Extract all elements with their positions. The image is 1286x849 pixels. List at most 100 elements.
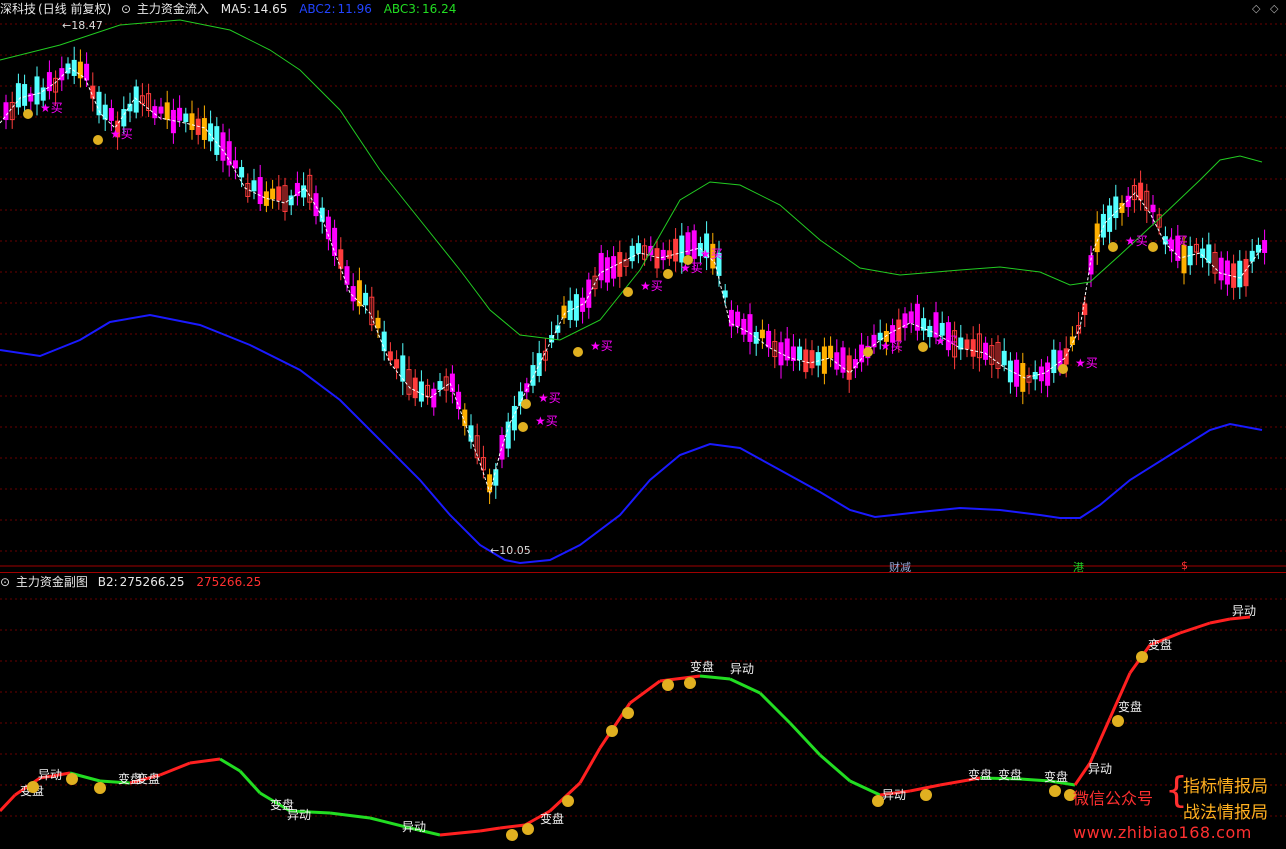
- candle-body: [1001, 350, 1007, 366]
- candle-body: [1181, 244, 1187, 274]
- candle-body: [635, 243, 641, 254]
- candle-body: [809, 350, 815, 369]
- candle-body: [1224, 260, 1230, 285]
- candle-body: [654, 248, 660, 269]
- money-bag-icon: [506, 829, 518, 841]
- candle-body: [803, 349, 809, 373]
- candle-body: [567, 300, 573, 321]
- candle-body: [679, 235, 685, 263]
- candle-body: [71, 59, 77, 76]
- money-bag-icon: [920, 789, 932, 801]
- candle-body: [468, 425, 474, 442]
- buy-signal-label: ★买: [640, 279, 663, 293]
- candle-body: [617, 252, 623, 277]
- money-bag-icon: [663, 269, 673, 279]
- buy-signal-label: ★买: [1075, 356, 1098, 370]
- sub-trend-segment: [479, 826, 501, 833]
- candle-body: [691, 230, 697, 259]
- candle-body: [381, 331, 387, 352]
- candle-body: [958, 337, 964, 350]
- ma5-label: MA5:: [220, 2, 252, 16]
- sub-trend-segment: [1179, 621, 1211, 635]
- sub-signal-label: 异动: [1232, 604, 1256, 618]
- buy-signal-label: ★买: [1125, 234, 1148, 248]
- candle-body: [232, 160, 238, 169]
- money-bag-icon: [1049, 785, 1061, 797]
- abc3-value: 16.24: [421, 2, 457, 16]
- money-bag-icon: [1058, 364, 1068, 374]
- sub-signal-label: 变盘: [690, 659, 714, 674]
- buy-signal-label: ★买: [110, 127, 133, 141]
- sub-signal-label: 变盘: [1118, 699, 1142, 714]
- abc2-value: 11.96: [337, 2, 372, 16]
- candle-body: [1094, 223, 1100, 253]
- buy-signal-label: ★买: [700, 247, 723, 261]
- candle-body: [530, 365, 536, 386]
- candle-body: [1237, 260, 1243, 288]
- candle-body: [834, 352, 840, 370]
- candle-body: [666, 250, 672, 259]
- candle-body: [815, 352, 821, 366]
- candle-body: [598, 252, 604, 281]
- candle-body: [921, 318, 927, 331]
- candle-body: [859, 344, 865, 363]
- marker-dollar[interactable]: $: [1181, 559, 1188, 572]
- sub-trend-segment: [819, 753, 851, 783]
- candle-body: [177, 107, 183, 121]
- sub-signal-label: 变盘: [968, 767, 992, 782]
- sub-signal-label: 变盘: [1148, 637, 1172, 652]
- sub-trend-segment: [499, 823, 526, 830]
- sub-signal-label: 变盘: [998, 767, 1022, 782]
- candle-body: [208, 123, 214, 142]
- candle-body: [34, 76, 40, 105]
- money-bag-icon: [623, 287, 633, 297]
- candle-body: [226, 141, 232, 166]
- money-bag-icon: [93, 135, 103, 145]
- stock-name: 深科技: [0, 2, 37, 16]
- sub-trend-segment: [1209, 617, 1231, 625]
- candle-body: [1045, 362, 1051, 386]
- candle-body: [629, 245, 635, 262]
- collapse-icon[interactable]: ◇: [1252, 2, 1260, 15]
- money-bag-icon: [918, 342, 928, 352]
- sub-trend-segment: [729, 677, 761, 695]
- candle-body: [561, 305, 567, 319]
- buy-signal-label: ★买: [40, 101, 63, 115]
- candle-body: [524, 383, 530, 393]
- sub-settings-icon[interactable]: ⊙: [0, 575, 10, 589]
- main-chart-svg[interactable]: ★买★买★买★买★买★买★买★买★买 ★买★买★买 ★买: [0, 0, 1286, 572]
- b2-value: 275266.25: [119, 575, 185, 589]
- money-bag-icon: [522, 823, 534, 835]
- candle-body: [102, 104, 108, 120]
- money-bag-icon: [622, 707, 634, 719]
- candle-body: [319, 207, 325, 222]
- b2-label: B2:: [97, 575, 118, 589]
- money-bag-icon: [573, 347, 583, 357]
- candle-body: [728, 309, 734, 327]
- candle-body: [797, 346, 803, 361]
- period-label: (日线 前复权): [38, 2, 112, 16]
- candle-body: [251, 180, 257, 192]
- expand-icon[interactable]: ◇: [1270, 2, 1278, 15]
- candle-body: [214, 126, 220, 155]
- sub-signal-label: 变盘: [136, 771, 160, 786]
- candle-body: [431, 388, 437, 408]
- candle-body: [394, 359, 400, 369]
- candle-body: [418, 381, 424, 402]
- main-chart-panel[interactable]: ★买 ★买 ★买 ★买 ★买 ★买 ★买 ★买 ★买 ★买 ★买 ★买 ★买 深科技 (日线 前复权) ⊙…: [0, 0, 1286, 574]
- buy-signal-label: ★买: [590, 339, 613, 353]
- candle-body: [673, 238, 679, 262]
- candle-body: [1206, 244, 1212, 263]
- abc3-label: ABC3:: [383, 2, 420, 16]
- candle-body: [220, 132, 226, 161]
- ma5-value: 14.65: [253, 2, 288, 16]
- sub-chart-panel[interactable]: 变盘异动变盘变盘变盘异动异动变盘变盘异动异动变盘变盘变盘异动变盘变盘异动 ⊙ 主…: [0, 572, 1286, 849]
- sub-trend-segment: [788, 721, 822, 757]
- settings-icon[interactable]: ⊙: [121, 2, 131, 16]
- candle-body: [164, 102, 170, 120]
- candle-body: [28, 93, 34, 102]
- candle-body: [108, 108, 114, 121]
- sub-trend-segment: [219, 757, 241, 773]
- sub-signal-label: 异动: [1088, 762, 1112, 776]
- candle-body: [1051, 349, 1057, 374]
